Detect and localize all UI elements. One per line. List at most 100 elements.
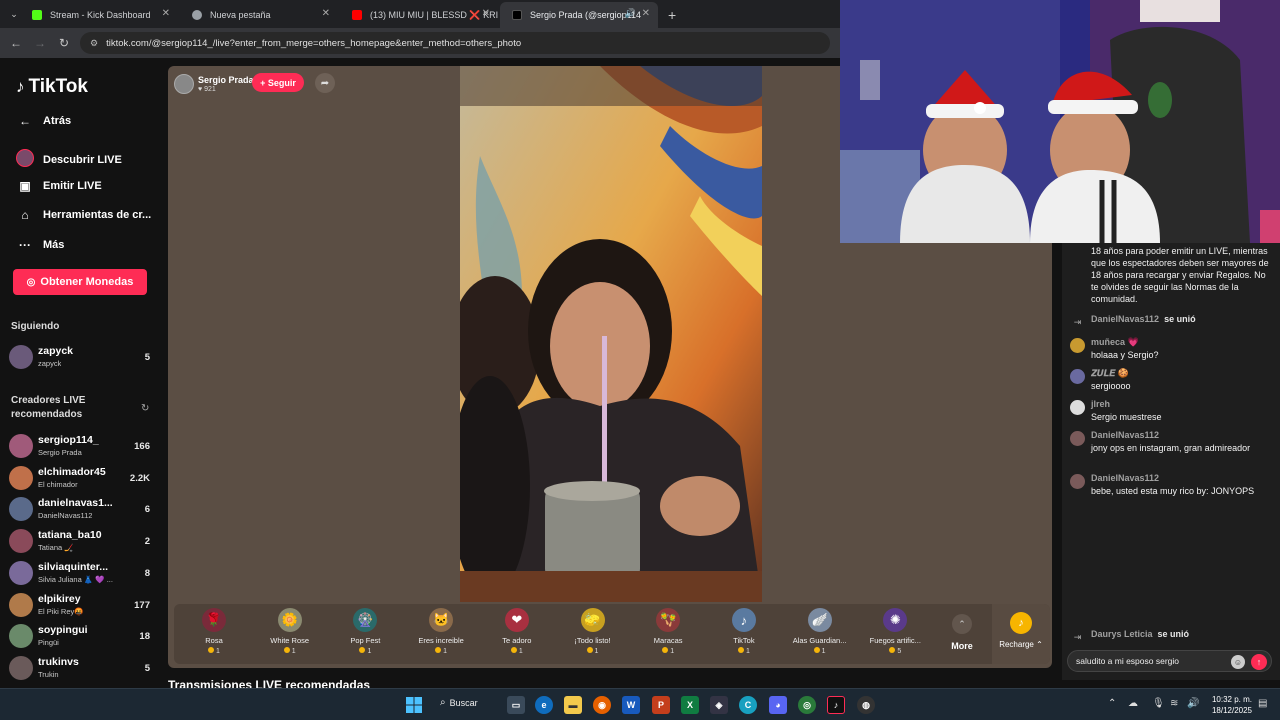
- gift-item[interactable]: 🐱 Eres increible 1: [405, 608, 477, 655]
- host-info[interactable]: Sergio Prada ♥ 921: [174, 73, 254, 95]
- chrome-icon[interactable]: ◎: [798, 696, 816, 714]
- recommended-user[interactable]: silviaquinter... Silvia Juliana 👗 💜 ... 8: [9, 559, 160, 587]
- nav-discover-live[interactable]: Descubrir LIVE: [16, 149, 122, 170]
- share-icon[interactable]: ➦: [315, 73, 335, 93]
- app-icon[interactable]: ◈: [710, 696, 728, 714]
- recommended-heading: Creadores LIVE recomendados: [11, 395, 86, 420]
- gift-item[interactable]: 🎡 Pop Fest 1: [329, 608, 401, 655]
- gift-item[interactable]: 🪇 Maracas 1: [632, 608, 704, 655]
- username: soypingui: [38, 624, 88, 637]
- url-text: tiktok.com/@sergiop114_/live?enter_from_…: [106, 37, 522, 49]
- display-name: El chimador: [38, 479, 78, 489]
- browser-tab-bar: ⌄ Stream - Kick Dashboard ✕ Nueva pestañ…: [0, 0, 840, 28]
- windows-start-icon[interactable]: [405, 696, 423, 714]
- emoji-icon[interactable]: ☺: [1231, 655, 1245, 669]
- gift-item[interactable]: ✺ Fuegos artific... 5: [859, 608, 931, 655]
- tab-tiktok-live[interactable]: Sergio Prada (@sergiop114 🔊 ✕: [500, 2, 658, 28]
- task-view-icon[interactable]: ▭: [507, 696, 525, 714]
- new-tab-button[interactable]: +: [668, 2, 676, 28]
- chat-text: jony ops en instagram, gran admireador: [1091, 443, 1251, 453]
- get-coins-button[interactable]: ◎ Obtener Monedas: [13, 269, 147, 295]
- wifi-icon[interactable]: ≋: [1170, 698, 1178, 709]
- chat-username[interactable]: DanielNavas112: [1091, 430, 1159, 440]
- chat-username[interactable]: 𝒁𝑼𝑳𝑬 🍪: [1091, 368, 1129, 379]
- notifications-icon[interactable]: ▤: [1258, 698, 1267, 709]
- refresh-icon[interactable]: ↻: [141, 403, 149, 414]
- coin-icon: [510, 647, 517, 653]
- chat-username[interactable]: Daurys Leticia se unió: [1091, 629, 1189, 639]
- tab-new-tab[interactable]: Nueva pestaña ✕: [180, 2, 338, 28]
- gift-item[interactable]: ♪ TikTok 1: [708, 608, 780, 655]
- viewer-count: 166: [134, 441, 150, 452]
- recommended-user[interactable]: elpikirey El Piki Rey🤬 177: [9, 591, 160, 619]
- taskbar-search[interactable]: ⌕ Buscar: [440, 697, 478, 708]
- microphone-icon[interactable]: 🎙: [1152, 698, 1165, 709]
- gift-item[interactable]: ❤ Te adoro 1: [481, 608, 553, 655]
- gift-name: Pop Fest: [350, 636, 381, 645]
- chat-username[interactable]: DanielNavas112: [1091, 473, 1159, 483]
- viewer-count: ♥ 921: [198, 85, 216, 93]
- viewer-count: 2: [144, 536, 150, 548]
- powerpoint-icon[interactable]: P: [652, 696, 670, 714]
- recommended-user[interactable]: soypingui Pingüi 18: [9, 622, 160, 650]
- coin-icon: [208, 647, 215, 653]
- chat-username[interactable]: muñeca 💗: [1091, 337, 1139, 348]
- close-icon[interactable]: ✕: [482, 8, 490, 19]
- avatar: [1070, 474, 1085, 489]
- forward-arrow-icon[interactable]: →: [28, 36, 52, 50]
- word-icon[interactable]: W: [622, 696, 640, 714]
- tab-kick-dashboard[interactable]: Stream - Kick Dashboard ✕: [20, 2, 178, 28]
- tiktok-logo[interactable]: ♪ TikTok: [16, 76, 88, 98]
- canva-icon[interactable]: C: [739, 696, 757, 714]
- send-icon[interactable]: ↑: [1251, 654, 1267, 670]
- gift-item[interactable]: 🪽 Alas Guardian... 1: [784, 608, 856, 655]
- excel-icon[interactable]: X: [681, 696, 699, 714]
- close-icon[interactable]: ✕: [162, 8, 170, 19]
- reload-icon[interactable]: ↻: [52, 36, 76, 50]
- nav-creator-tools[interactable]: ⌂ Herramientas de cr...: [16, 208, 151, 222]
- viewer-count: 6: [144, 504, 150, 516]
- nav-more[interactable]: ··· Más: [16, 238, 64, 252]
- gift-item[interactable]: 🧽 ¡Todo listo! 1: [557, 608, 629, 655]
- tab-youtube[interactable]: (13) MIU MIU | BLESSD ❌ KRIS ✕: [340, 2, 498, 28]
- live-video[interactable]: [460, 66, 762, 602]
- nav-back[interactable]: ← Atrás: [16, 114, 71, 128]
- file-explorer-icon[interactable]: ▬: [564, 696, 582, 714]
- coin-icon: [813, 647, 820, 653]
- chevron-up-icon[interactable]: ⌃: [1108, 698, 1116, 709]
- display-name: Silvia Juliana 👗 💜 ...: [38, 574, 113, 584]
- chat-input[interactable]: saludito a mi esposo sergio ☺ ↑: [1067, 650, 1272, 672]
- chat-notice: 18 años para poder emitir un LIVE, mient…: [1091, 246, 1269, 304]
- recommended-user[interactable]: danielnavas1... DanielNavas112 6: [9, 495, 160, 523]
- recommended-user[interactable]: elchimador45 El chimador 2.2K: [9, 464, 160, 492]
- tiktok-icon[interactable]: ♪: [827, 696, 845, 714]
- obs-icon[interactable]: ◍: [857, 696, 875, 714]
- discord-icon[interactable]: ◕: [769, 696, 787, 714]
- volume-icon[interactable]: 🔊: [1187, 698, 1199, 709]
- following-user[interactable]: zapyck zapyck 5: [9, 343, 160, 371]
- site-info-icon[interactable]: ⚙: [90, 38, 98, 49]
- close-icon[interactable]: ✕: [642, 8, 650, 19]
- chat-username[interactable]: jlreh: [1091, 399, 1110, 409]
- follow-button[interactable]: + Seguir: [252, 73, 304, 92]
- recharge-button[interactable]: ♪ Recharge ⌃: [992, 604, 1050, 664]
- more-gifts-button[interactable]: ⌃ More: [942, 614, 982, 651]
- speaker-icon[interactable]: 🔊: [625, 8, 636, 19]
- nav-go-live[interactable]: ▣ Emitir LIVE: [16, 179, 101, 193]
- edge-icon[interactable]: e: [535, 696, 553, 714]
- gift-item[interactable]: 🌹 Rosa 1: [178, 608, 250, 655]
- avatar: [9, 345, 33, 369]
- chat-username[interactable]: DanielNavas112 se unió: [1091, 314, 1196, 324]
- gift-name: Te adoro: [502, 636, 532, 645]
- avatar: [1070, 400, 1085, 415]
- recommended-user[interactable]: sergiop114_ Sergio Prada 166: [9, 432, 160, 460]
- url-field[interactable]: ⚙ tiktok.com/@sergiop114_/live?enter_fro…: [80, 32, 830, 54]
- firefox-icon[interactable]: ◉: [593, 696, 611, 714]
- gift-item[interactable]: 🌼 White Rose 1: [254, 608, 326, 655]
- system-clock[interactable]: 10:32 p. m. 18/12/2025: [1207, 694, 1252, 716]
- back-arrow-icon[interactable]: ←: [4, 36, 28, 50]
- network-icon[interactable]: ☁: [1128, 698, 1138, 709]
- recommended-user[interactable]: trukinvs Trukin 5: [9, 654, 160, 682]
- close-icon[interactable]: ✕: [322, 8, 330, 19]
- recommended-user[interactable]: tatiana_ba10 Tatiana 🏒 2: [9, 527, 160, 555]
